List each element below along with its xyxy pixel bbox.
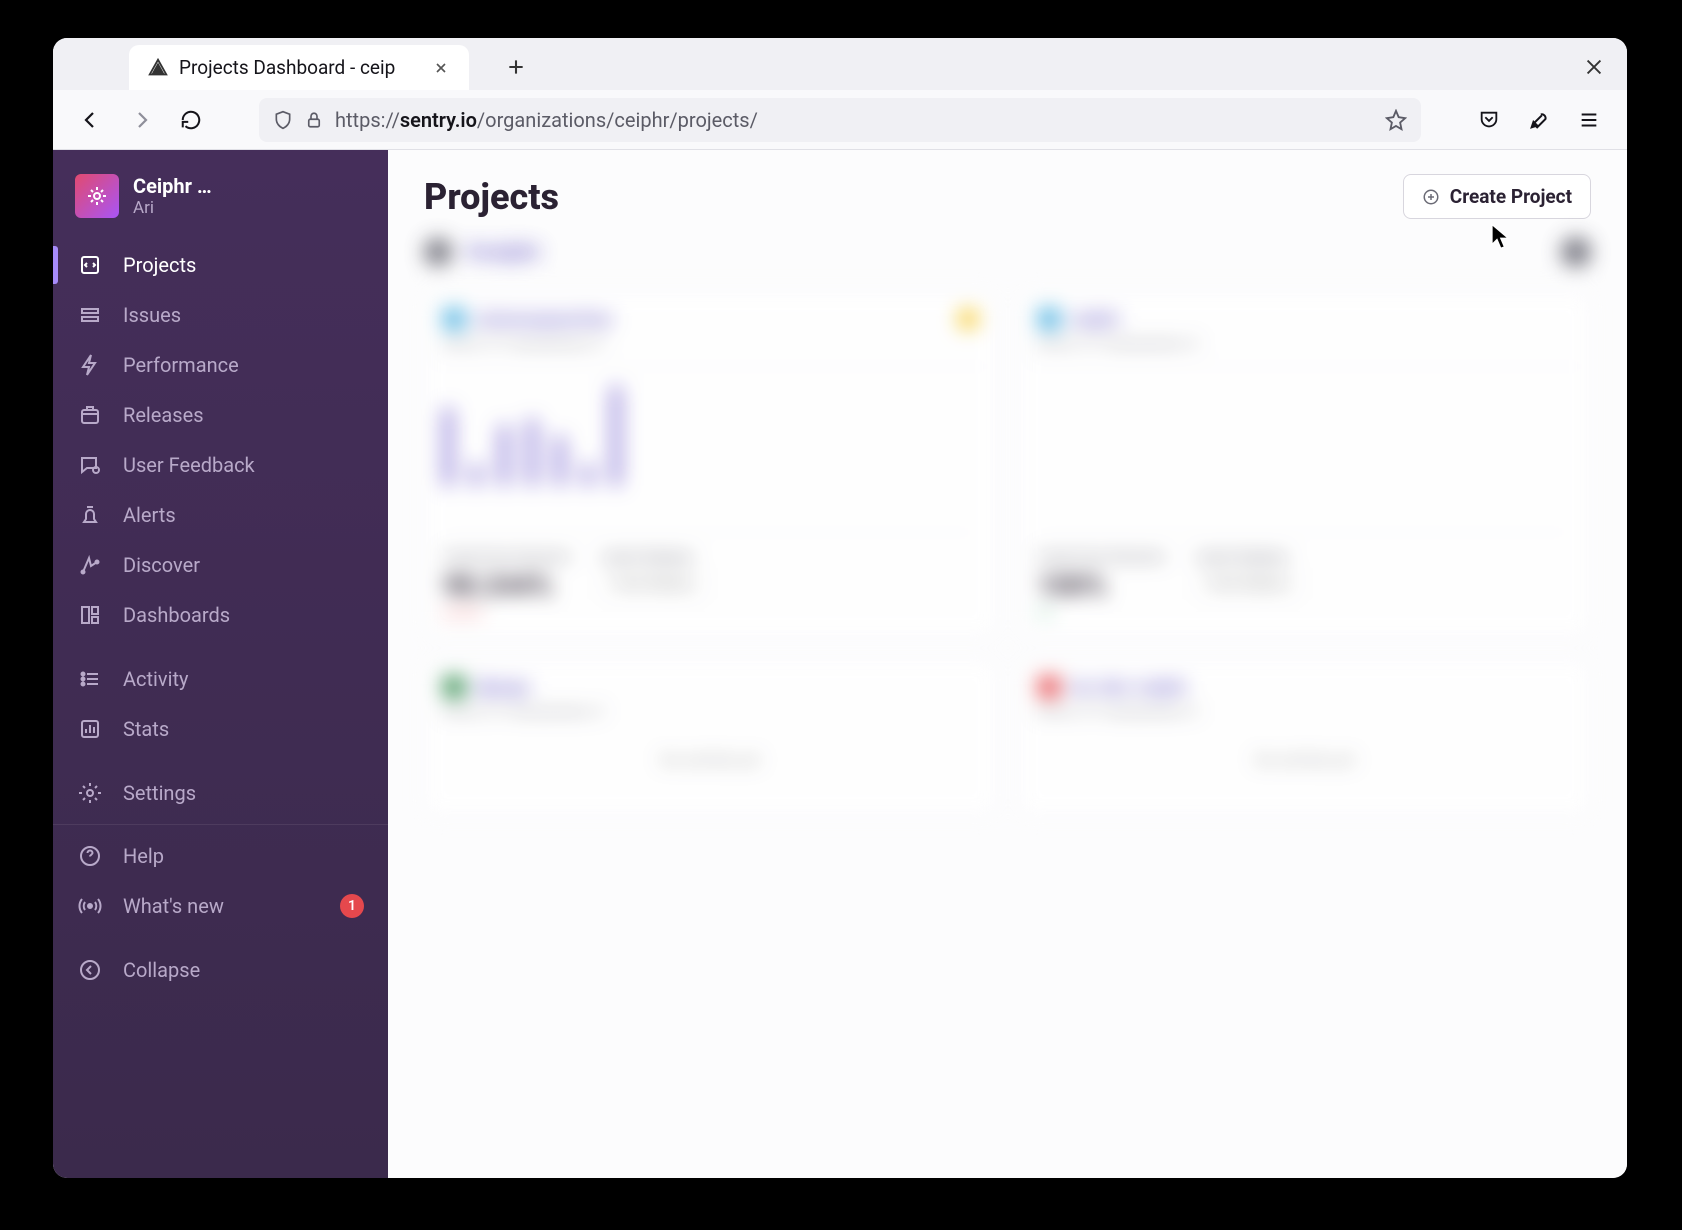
sidebar: Ceiphr … Ari Projects Issues Performance bbox=[53, 150, 388, 1178]
discover-icon bbox=[77, 552, 103, 578]
create-project-button[interactable]: Create Project bbox=[1403, 174, 1591, 219]
nav-settings[interactable]: Settings bbox=[53, 768, 388, 818]
nav-collapse[interactable]: Collapse bbox=[53, 945, 388, 995]
nav-alerts[interactable]: Alerts bbox=[53, 490, 388, 540]
org-switcher[interactable]: Ceiphr … Ari bbox=[53, 168, 388, 240]
alerts-icon bbox=[77, 502, 103, 528]
activity-icon bbox=[77, 666, 103, 692]
nav-projects[interactable]: Projects bbox=[53, 240, 388, 290]
nav-label: Releases bbox=[123, 403, 204, 427]
back-button[interactable] bbox=[69, 98, 113, 142]
org-avatar bbox=[75, 174, 119, 218]
nav-whats-new[interactable]: What's new 1 bbox=[53, 881, 388, 931]
cursor-icon bbox=[1489, 222, 1515, 252]
nav-discover[interactable]: Discover bbox=[53, 540, 388, 590]
tab-title: Projects Dashboard - ceip bbox=[179, 56, 421, 79]
nav-label: Stats bbox=[123, 717, 169, 741]
help-icon bbox=[77, 843, 103, 869]
nav-label: Projects bbox=[123, 253, 196, 277]
releases-icon bbox=[77, 402, 103, 428]
nav-help[interactable]: Help bbox=[53, 831, 388, 881]
url-path: /organizations/ceiphr/projects/ bbox=[477, 108, 758, 132]
collapse-icon bbox=[77, 957, 103, 983]
new-tab-button[interactable] bbox=[497, 48, 535, 86]
gear-icon bbox=[77, 780, 103, 806]
lock-icon bbox=[305, 110, 323, 130]
browser-toolbar: https://sentry.io/organizations/ceiphr/p… bbox=[53, 90, 1627, 150]
nav-label: Alerts bbox=[123, 503, 176, 527]
nav-issues[interactable]: Issues bbox=[53, 290, 388, 340]
nav-activity[interactable]: Activity bbox=[53, 654, 388, 704]
performance-icon bbox=[77, 352, 103, 378]
tab-bar: Projects Dashboard - ceip bbox=[53, 38, 1627, 90]
menu-icon[interactable] bbox=[1567, 98, 1611, 142]
primary-nav: Projects Issues Performance Releases Use… bbox=[53, 240, 388, 995]
nav-label: Dashboards bbox=[123, 603, 230, 627]
stats-icon bbox=[77, 716, 103, 742]
projects-icon bbox=[77, 252, 103, 278]
bookmark-star-icon[interactable] bbox=[1385, 109, 1407, 131]
nav-label: Discover bbox=[123, 553, 200, 577]
nav-label: Help bbox=[123, 844, 164, 868]
issues-icon bbox=[77, 302, 103, 328]
browser-tab[interactable]: Projects Dashboard - ceip bbox=[129, 45, 469, 90]
plus-circle-icon bbox=[1422, 188, 1440, 206]
sentry-icon bbox=[147, 57, 169, 79]
address-bar[interactable]: https://sentry.io/organizations/ceiphr/p… bbox=[259, 98, 1421, 142]
nav-user-feedback[interactable]: User Feedback bbox=[53, 440, 388, 490]
nav-label: Performance bbox=[123, 353, 239, 377]
devtools-icon[interactable] bbox=[1517, 98, 1561, 142]
create-project-label: Create Project bbox=[1450, 185, 1572, 208]
nav-performance[interactable]: Performance bbox=[53, 340, 388, 390]
tab-close-icon[interactable] bbox=[431, 58, 451, 78]
browser-window: Projects Dashboard - ceip bbox=[53, 38, 1627, 1178]
nav-label: What's new bbox=[123, 894, 224, 918]
pocket-icon[interactable] bbox=[1467, 98, 1511, 142]
user-feedback-icon bbox=[77, 452, 103, 478]
nav-label: Settings bbox=[123, 781, 196, 805]
nav-label: Collapse bbox=[123, 958, 200, 982]
org-name: Ceiphr … bbox=[133, 174, 212, 198]
window-close-icon[interactable] bbox=[1583, 56, 1605, 82]
nav-dashboards[interactable]: Dashboards bbox=[53, 590, 388, 640]
broadcast-icon bbox=[77, 893, 103, 919]
nav-label: User Feedback bbox=[123, 453, 255, 477]
nav-releases[interactable]: Releases bbox=[53, 390, 388, 440]
app-content: Ceiphr … Ari Projects Issues Performance bbox=[53, 150, 1627, 1178]
nav-stats[interactable]: Stats bbox=[53, 704, 388, 754]
url-host: sentry.io bbox=[400, 108, 477, 132]
whats-new-badge: 1 bbox=[340, 894, 364, 918]
page-title: Projects bbox=[424, 176, 559, 218]
url-prefix: https:// bbox=[335, 108, 400, 132]
blurred-projects-area: #ceiphr ariannaspeechas errors: 2? | tra… bbox=[424, 237, 1591, 816]
nav-label: Activity bbox=[123, 667, 188, 691]
forward-button[interactable] bbox=[119, 98, 163, 142]
main-content: Projects Create Project #ceiphr ariannas… bbox=[388, 150, 1627, 1178]
reload-button[interactable] bbox=[169, 98, 213, 142]
org-user: Ari bbox=[133, 198, 212, 218]
main-header: Projects Create Project bbox=[424, 174, 1591, 219]
shield-icon bbox=[273, 109, 293, 131]
nav-label: Issues bbox=[123, 303, 181, 327]
dashboards-icon bbox=[77, 602, 103, 628]
url-text: https://sentry.io/organizations/ceiphr/p… bbox=[335, 108, 1373, 132]
